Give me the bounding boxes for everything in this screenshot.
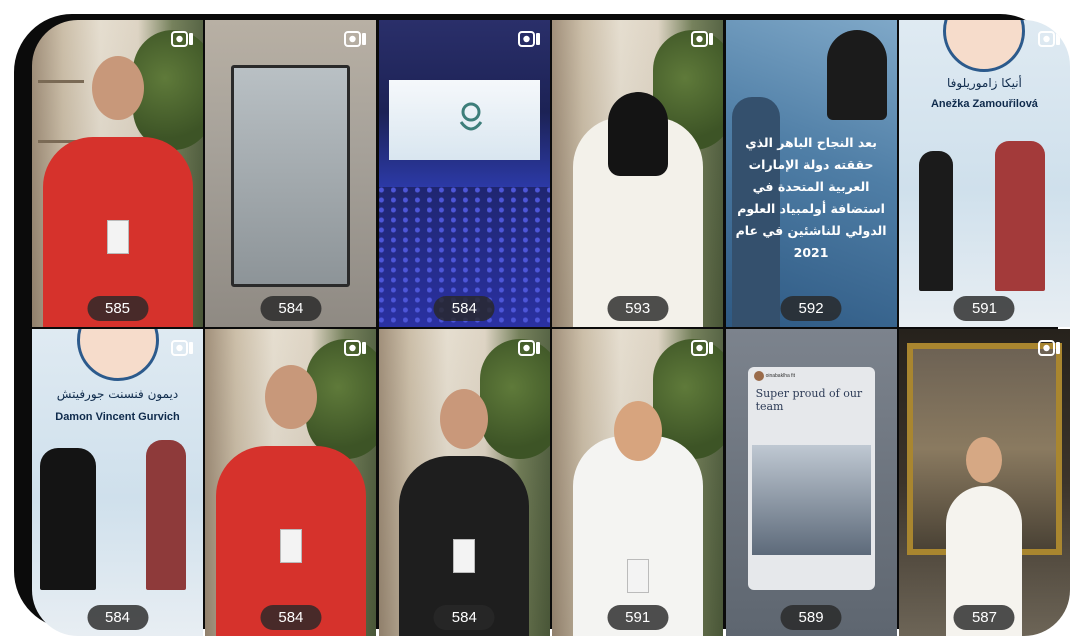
plant [133,30,203,150]
avatar [76,329,159,381]
reel-tile[interactable]: 584 [205,329,377,636]
view-count: 584 [260,605,322,630]
video-camera-icon [344,31,367,47]
view-count: 589 [780,605,842,630]
reel-tile[interactable]: oinabaklha fit Super proud of our team 5… [725,329,897,636]
video-camera-icon [344,340,367,356]
presenter-figure [918,151,953,291]
reel-tile[interactable]: 585 [32,20,203,327]
reel-tile[interactable]: 584 [205,20,377,327]
presenter-silhouette [826,30,887,120]
reel-tile[interactable]: بعد النجاح الباهر الذي حققته دولة الإمار… [725,20,897,327]
name-arabic: أنيكا زاموريلوفا [947,76,1022,90]
person-hijab [607,92,668,176]
student-figure [146,440,186,590]
reel-tile[interactable]: 591 [552,329,724,636]
student-figure [994,141,1045,291]
video-camera-icon [691,31,714,47]
name-arabic: ديمون فنسنت جورفيتش [56,387,179,401]
person-head [264,365,317,429]
plant [479,339,550,459]
name-english: Anežka Zamouřilová [930,98,1038,110]
reel-tile[interactable]: 584 [378,329,550,636]
view-count: 592 [780,296,842,321]
overlay-text: بعد النجاح الباهر الذي حققته دولة الإمار… [735,135,887,260]
story-caption: Super proud of our team [755,387,863,413]
story-handle: oinabaklha fit [765,373,796,379]
event-logo-icon [459,102,483,131]
presenter-figure [40,448,96,590]
video-camera-icon [1037,31,1060,47]
view-count: 591 [953,296,1015,321]
team-photo [751,445,871,555]
video-camera-icon [517,340,540,356]
reel-tile[interactable]: ديمون فنسنت جورفيتش Damon Vincent Gurvic… [32,329,203,636]
person-head [440,389,489,449]
reel-tile[interactable]: 584 [378,20,550,327]
story-card: oinabaklha fit Super proud of our team [747,367,875,590]
view-count: 593 [607,296,669,321]
avatar [753,371,764,381]
badge [626,559,649,593]
name-english: Damon Vincent Gurvich [55,411,180,423]
video-camera-icon [691,340,714,356]
badge [279,529,302,563]
badge [106,220,129,254]
view-count: 591 [607,605,669,630]
booth-glass [231,65,351,287]
view-count: 584 [86,605,149,630]
view-count: 584 [433,296,495,321]
badge [453,539,476,573]
reels-grid: 585 584 584 593 بعد النجاح الباهر الذي ح… [32,20,1070,636]
video-camera-icon [171,340,193,356]
person-head [966,437,1003,483]
person-head [91,56,144,120]
view-count: 587 [953,605,1015,630]
view-count: 585 [86,296,149,321]
view-count: 584 [260,296,322,321]
video-camera-icon [517,31,540,47]
person-head [613,401,662,461]
video-camera-icon [171,31,193,47]
shelf [38,80,84,83]
reel-tile[interactable]: 593 [552,20,724,327]
video-camera-icon [1037,340,1060,356]
reel-tile[interactable]: 587 [898,329,1070,636]
stage-screen [388,80,540,160]
plant [306,339,377,459]
reel-tile[interactable]: أنيكا زاموريلوفا Anežka Zamouřilová 591 [898,20,1070,327]
avatar [943,20,1026,72]
view-count: 584 [433,605,495,630]
